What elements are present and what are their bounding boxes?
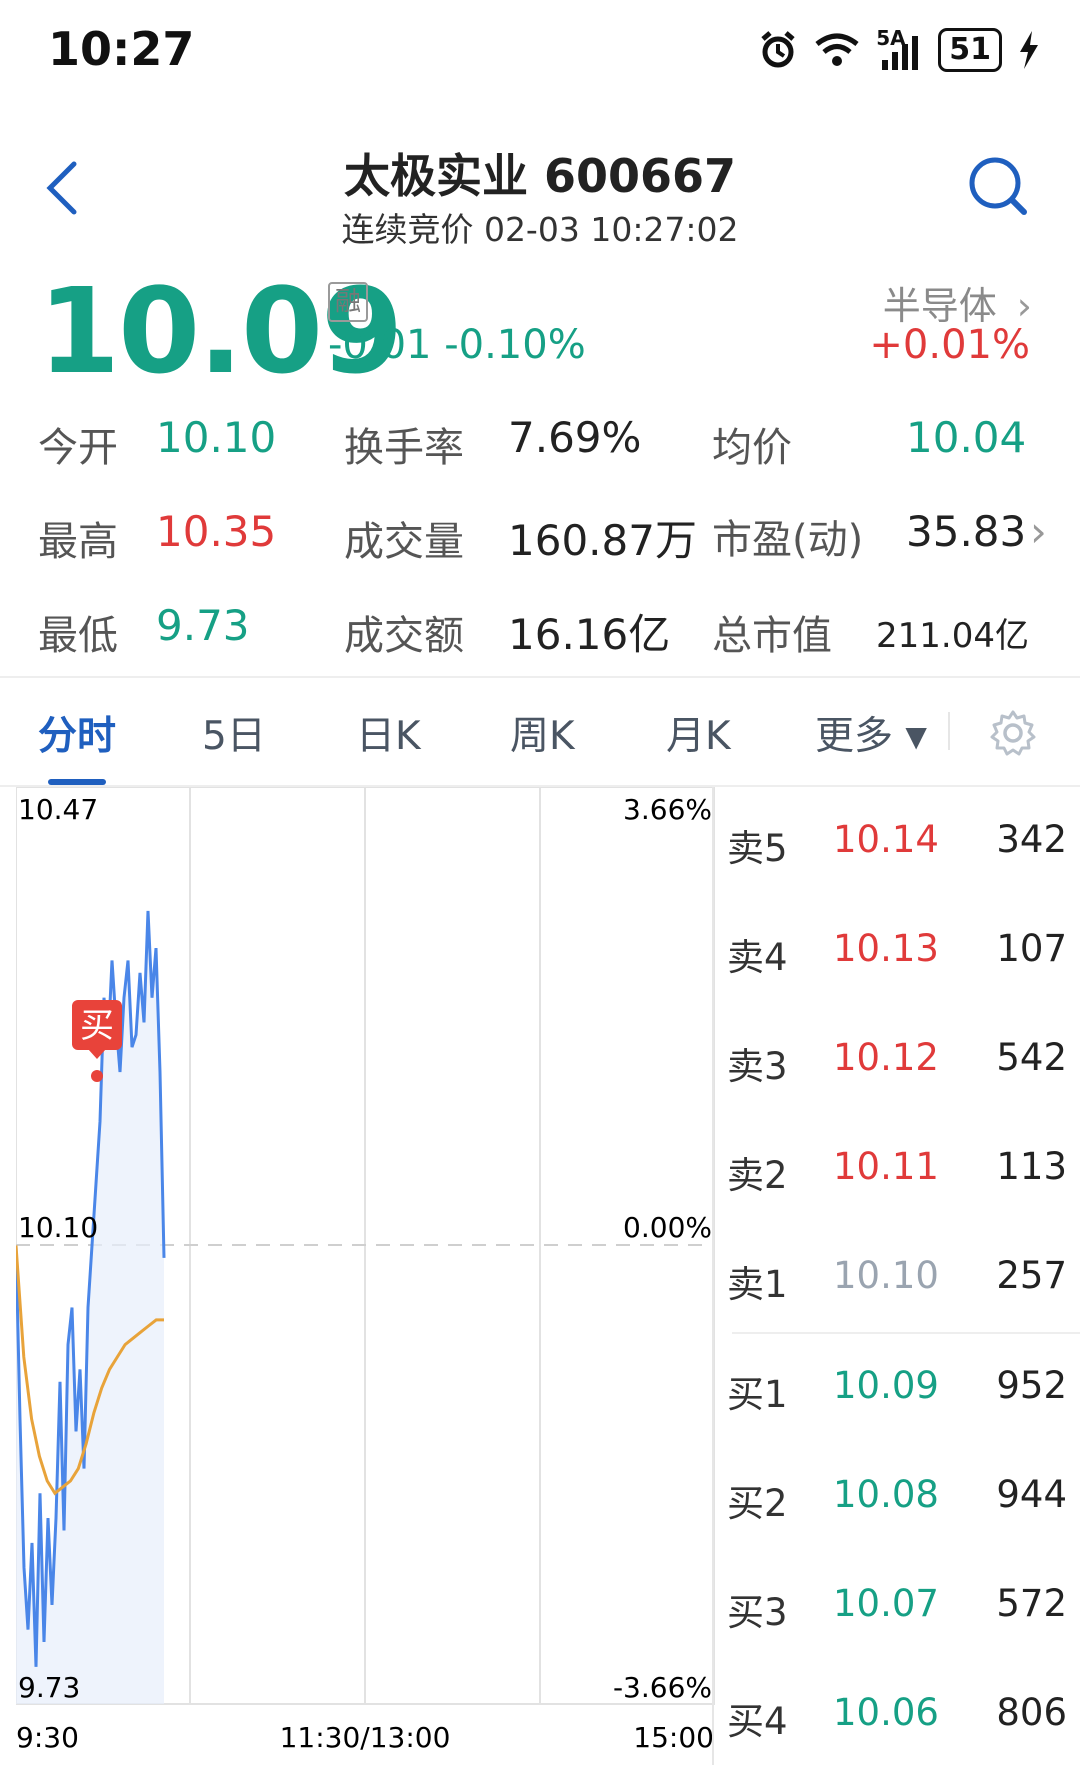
order-price: 10.13 <box>833 927 939 970</box>
order-volume: 542 <box>996 1036 1067 1079</box>
chart-settings-button[interactable] <box>988 708 1038 762</box>
order-book-row[interactable]: 买3 10.07 572 <box>727 1582 1067 1642</box>
order-price: 10.08 <box>833 1473 939 1516</box>
order-price: 10.07 <box>833 1582 939 1625</box>
order-price: 10.12 <box>833 1036 939 1079</box>
order-level-label: 买3 <box>727 1591 788 1634</box>
tab-5day[interactable]: 5日 <box>202 705 266 761</box>
tab-more-label: 更多 <box>815 714 894 759</box>
pct-axis-bottom: -3.66% <box>613 1671 712 1704</box>
ask-bid-divider <box>732 1332 1080 1334</box>
tab-weekly-k[interactable]: 周K <box>510 705 575 761</box>
order-volume: 952 <box>996 1364 1067 1407</box>
pct-axis-top: 3.66% <box>623 793 712 826</box>
stat-high-value: 10.35 <box>156 507 277 556</box>
tab-monthly-k[interactable]: 月K <box>666 705 731 761</box>
intraday-chart[interactable]: 10.47 10.10 9.73 3.66% 0.00% -3.66% 9:30… <box>14 786 716 1769</box>
order-level-label: 卖4 <box>727 936 788 979</box>
stat-low-value: 9.73 <box>156 601 250 650</box>
order-book-row[interactable]: 卖5 10.14 342 <box>727 818 1067 878</box>
buy-marker-label: 买 <box>80 1006 114 1046</box>
stat-amount-value: 16.16亿 <box>508 610 671 659</box>
order-level-label: 买1 <box>727 1373 788 1416</box>
stat-high-label: 最高 <box>38 519 118 565</box>
order-level-label: 买2 <box>727 1482 788 1525</box>
tab-intraday[interactable]: 分时 <box>38 705 116 761</box>
order-book-separator <box>712 787 714 1765</box>
order-volume: 107 <box>996 927 1067 970</box>
order-volume: 572 <box>996 1582 1067 1625</box>
tab-daily-k[interactable]: 日K <box>356 705 421 761</box>
price-change: -0.01 -0.10% <box>328 322 586 368</box>
stat-volume-label: 成交量 <box>344 519 464 565</box>
order-book-row[interactable]: 卖3 10.12 542 <box>727 1036 1067 1096</box>
order-level-label: 卖3 <box>727 1045 788 1088</box>
order-book-row[interactable]: 买4 10.06 806 <box>727 1691 1067 1751</box>
stat-pe-link[interactable]: 市盈(动) 35.83 › <box>712 507 1052 565</box>
order-volume: 113 <box>996 1145 1067 1188</box>
y-axis-mid: 10.10 <box>18 1211 98 1244</box>
order-book-row[interactable]: 卖4 10.13 107 <box>727 927 1067 987</box>
stat-pe-value: 35.83 <box>906 507 1027 556</box>
stat-volume-value: 160.87万 <box>508 516 697 565</box>
stat-open-value: 10.10 <box>156 413 277 462</box>
tab-more[interactable]: 更多 ▼ <box>815 705 927 761</box>
network-type: 5A <box>876 26 906 50</box>
status-time: 10:27 <box>48 22 195 76</box>
charging-icon <box>1020 31 1038 69</box>
order-level-label: 卖5 <box>727 827 788 870</box>
search-icon <box>969 157 1027 215</box>
order-level-label: 卖2 <box>727 1154 788 1197</box>
page-title: 太极实业 600667 <box>343 149 737 203</box>
stat-turnover-value: 7.69% <box>508 413 642 462</box>
margin-trading-badge: 融 <box>328 282 368 322</box>
sector-change: +0.01% <box>869 322 1030 368</box>
buy-marker-dot <box>91 1070 103 1082</box>
trading-status: 连续竞价 02-03 10:27:02 <box>341 210 739 249</box>
y-axis-top: 10.47 <box>18 793 98 826</box>
pct-axis-mid: 0.00% <box>623 1211 712 1244</box>
order-price: 10.09 <box>833 1364 939 1407</box>
status-icons: 5A 51 <box>758 26 1040 72</box>
tab-separator <box>948 712 950 750</box>
signal-icon: 5A <box>876 26 922 70</box>
stat-turnover-label: 换手率 <box>344 425 464 471</box>
stat-amount-label: 成交额 <box>344 613 464 659</box>
order-volume: 944 <box>996 1473 1067 1516</box>
gear-icon <box>990 710 1036 756</box>
stat-mcap-label: 总市值 <box>712 613 832 659</box>
order-volume: 257 <box>996 1254 1067 1297</box>
order-price: 10.11 <box>833 1145 939 1188</box>
order-book-row[interactable]: 卖1 10.10 257 <box>727 1254 1067 1314</box>
wifi-icon <box>815 33 859 66</box>
order-book-row[interactable]: 卖2 10.11 113 <box>727 1145 1067 1205</box>
stat-avg-label: 均价 <box>712 425 792 471</box>
caret-down-icon: ▼ <box>905 720 927 753</box>
order-volume: 342 <box>996 818 1067 861</box>
order-level-label: 买4 <box>727 1700 788 1743</box>
x-axis-start: 9:30 <box>16 1721 79 1754</box>
stat-low-label: 最低 <box>38 613 118 659</box>
stat-open-label: 今开 <box>38 425 118 471</box>
chevron-right-icon: › <box>1030 507 1047 556</box>
stat-mcap-value: 211.04亿 <box>876 616 1029 656</box>
order-price: 10.06 <box>833 1691 939 1734</box>
battery-indicator: 51 <box>938 28 1002 72</box>
order-price: 10.10 <box>833 1254 939 1297</box>
x-axis-mid: 11:30/13:00 <box>280 1721 451 1754</box>
y-axis-bottom: 9.73 <box>18 1671 80 1704</box>
stat-pe-label: 市盈(动) <box>712 517 864 563</box>
x-axis-end: 15:00 <box>633 1721 714 1754</box>
search-button[interactable] <box>968 156 1028 220</box>
stat-avg-value: 10.04 <box>906 413 1027 462</box>
intraday-chart-svg: 10.47 10.10 9.73 3.66% 0.00% -3.66% 9:30… <box>14 786 715 1754</box>
order-volume: 806 <box>996 1691 1067 1734</box>
divider <box>0 676 1080 678</box>
order-level-label: 卖1 <box>727 1263 788 1306</box>
alarm-icon <box>761 31 795 68</box>
order-book-row[interactable]: 买1 10.09 952 <box>727 1364 1067 1424</box>
order-price: 10.14 <box>833 818 939 861</box>
order-book-row[interactable]: 买2 10.08 944 <box>727 1473 1067 1533</box>
